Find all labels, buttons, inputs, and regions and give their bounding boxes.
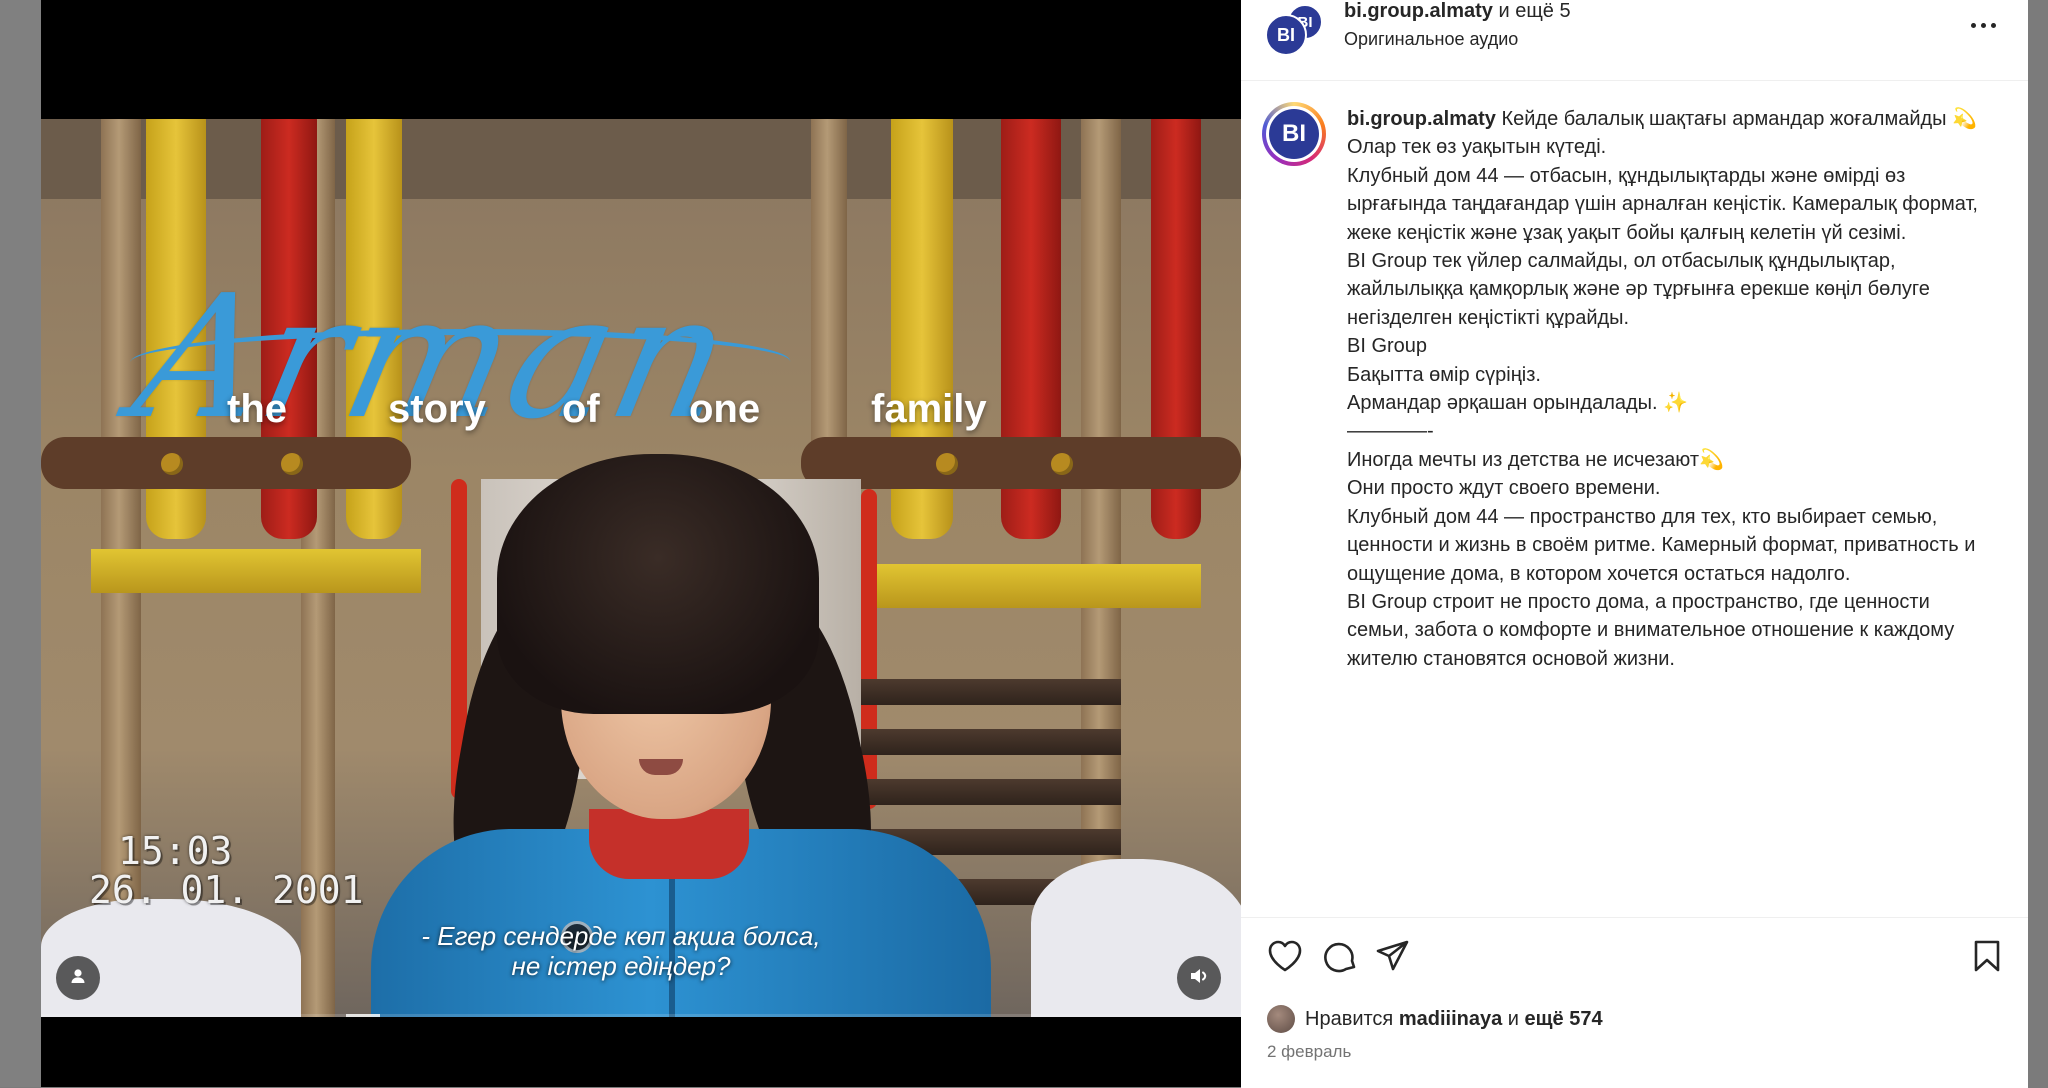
caption-text: bi.group.almaty Кейде балалық шақтағы ар…	[1347, 105, 1987, 673]
caption-line: Олар тек өз уақытын күтеді.	[1347, 136, 1607, 159]
post-date[interactable]: 2 февраль	[1267, 1042, 1351, 1062]
speaker-icon	[1188, 965, 1210, 992]
caption-line: BI Group	[1347, 335, 1428, 358]
mute-button[interactable]	[1177, 956, 1221, 1000]
user-tag-icon	[68, 966, 88, 991]
tagged-users-button[interactable]	[56, 956, 100, 1000]
bookmark-icon	[1972, 939, 2002, 978]
caption-line: Армандар әрқашан орындалады. ✨	[1347, 392, 1689, 415]
audio-label[interactable]: Оригинальное аудио	[1344, 29, 1518, 50]
collab-avatars[interactable]: BI BI	[1265, 4, 1327, 56]
caption-line: Клубный дом 44 — пространство для тех, к…	[1347, 505, 1982, 585]
page-backdrop-left	[0, 0, 41, 1087]
caption-username[interactable]: bi.group.almaty	[1347, 108, 1496, 130]
post-panel: BI BI bi.group.almaty и ещё 5 Оригинальн…	[1241, 0, 2028, 1088]
page-backdrop-right	[2028, 0, 2048, 1087]
video-frame: Arman the story of one family 15:03 26. …	[41, 119, 1241, 1017]
caption-line: Они просто ждут своего времени.	[1347, 477, 1661, 500]
comment-button[interactable]	[1321, 938, 1361, 978]
comment-icon	[1323, 938, 1359, 979]
post-actions: Нравится madiiinaya и ещё 574 2 февраль	[1241, 917, 2028, 1088]
caption-avatar[interactable]: BI	[1262, 102, 1326, 166]
subtitle-word: the	[227, 387, 287, 431]
subtitle-word: family	[871, 387, 987, 431]
share-button[interactable]	[1373, 938, 1413, 978]
caption-line: Иногда мечты из детства не исчезают💫	[1347, 448, 1724, 471]
caption-line: ————-	[1347, 420, 1434, 443]
caption-line: Бақытта өмір сүріңіз.	[1347, 363, 1541, 386]
more-icon	[1970, 22, 1976, 28]
header-author: bi.group.almaty и ещё 5	[1344, 0, 1571, 23]
video-progress-track[interactable]	[41, 1014, 1241, 1017]
fur-hat	[497, 454, 819, 714]
avatar: BI	[1265, 14, 1307, 56]
like-button[interactable]	[1265, 938, 1305, 978]
video-progress-fill	[346, 1014, 380, 1017]
collab-count[interactable]: и ещё 5	[1498, 0, 1570, 22]
header-username[interactable]: bi.group.almaty	[1344, 0, 1493, 22]
post-header: BI BI bi.group.almaty и ещё 5 Оригинальн…	[1241, 0, 2028, 81]
heart-icon	[1267, 939, 1303, 978]
likes-summary[interactable]: Нравится madiiinaya и ещё 574	[1267, 1004, 1603, 1034]
subtitle-word: story	[388, 387, 486, 431]
more-options-button[interactable]	[1963, 10, 2003, 40]
subtitle-word: of	[562, 387, 600, 431]
vhs-timestamp-time: 15:03	[118, 829, 233, 873]
save-button[interactable]	[1967, 938, 2007, 978]
likes-count[interactable]: ещё 574	[1525, 1008, 1603, 1030]
caption-first-line: Кейде балалық шақтағы армандар жоғалмайд…	[1501, 108, 1978, 130]
caption-line: Клубный дом 44 — отбасын, құндылықтарды …	[1347, 164, 1984, 244]
likes-text: Нравится madiiinaya и ещё 574	[1305, 1007, 1603, 1030]
avatar	[1267, 1005, 1295, 1033]
share-icon	[1375, 938, 1411, 979]
caption-line: BI Group строит не просто дома, а простр…	[1347, 590, 1960, 670]
caption-line: BI Group тек үйлер салмайды, ол отбасылы…	[1347, 250, 1936, 329]
vhs-timestamp-date: 26. 01. 2001	[89, 868, 364, 912]
brand-logo: BI	[1269, 109, 1319, 159]
video-subtitle: - Егер сендерде көп ақша болса, не істер…	[421, 921, 821, 981]
video-player[interactable]: Arman the story of one family 15:03 26. …	[41, 0, 1241, 1087]
post-caption: BI bi.group.almaty Кейде балалық шақтағы…	[1241, 81, 2028, 917]
subtitle-word: one	[689, 387, 761, 431]
liker-username[interactable]: madiiinaya	[1399, 1008, 1502, 1030]
